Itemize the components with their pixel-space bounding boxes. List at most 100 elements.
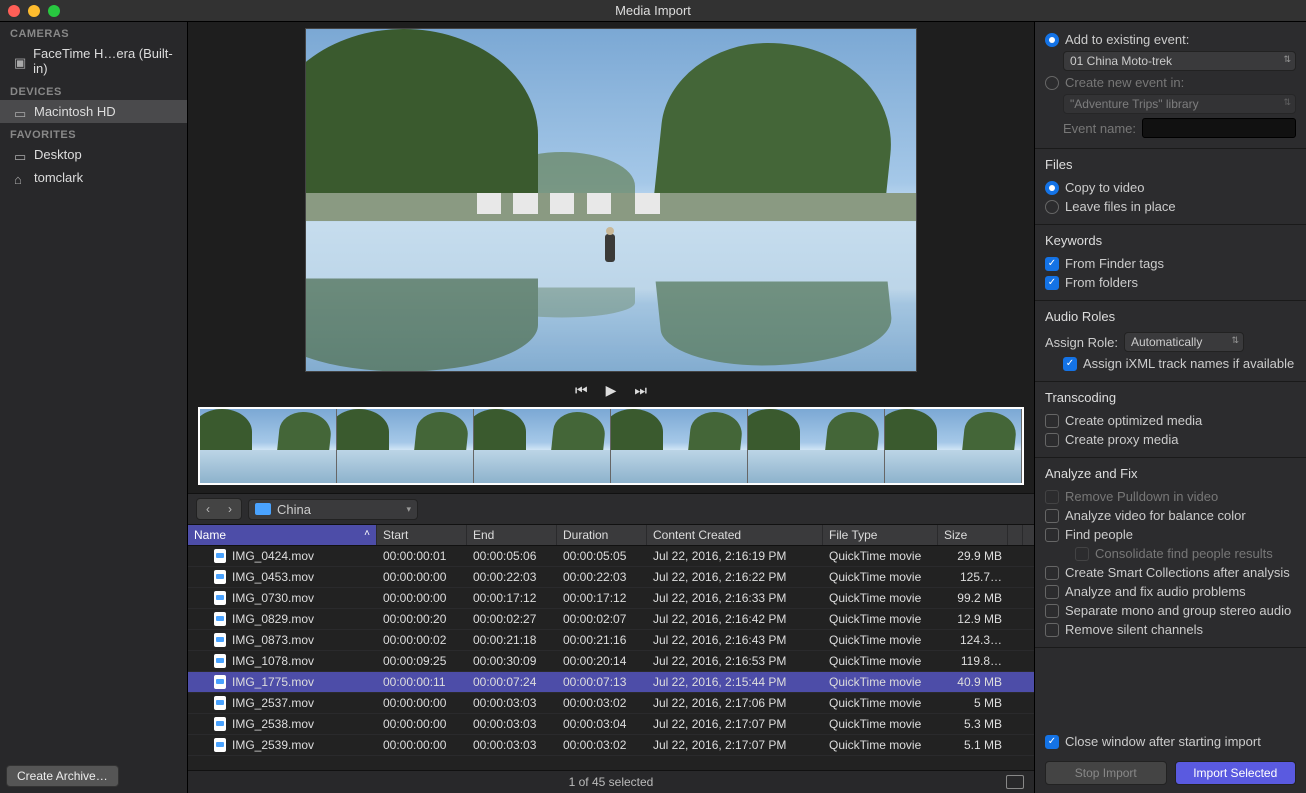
- keywords-section-title: Keywords: [1045, 233, 1296, 248]
- play-button[interactable]: ▶: [606, 382, 617, 399]
- file-name: IMG_0453.mov: [232, 570, 314, 584]
- table-row[interactable]: IMG_0730.mov00:00:00:0000:00:17:1200:00:…: [188, 588, 1034, 609]
- column-header[interactable]: Duration: [557, 525, 647, 545]
- transport-controls: ⏮ ▶ ⏭: [188, 376, 1034, 407]
- drive-icon: ▭: [14, 106, 28, 118]
- movie-file-icon: [214, 633, 226, 647]
- column-header[interactable]: Size: [938, 525, 1008, 545]
- sidebar-section-header: FAVORITES: [0, 123, 187, 143]
- desktop-icon: ▭: [14, 149, 28, 161]
- column-header[interactable]: End: [467, 525, 557, 545]
- library-select: "Adventure Trips" library: [1063, 94, 1296, 114]
- file-name: IMG_1775.mov: [232, 675, 314, 689]
- movie-file-icon: [214, 738, 226, 752]
- fix-audio-check[interactable]: [1045, 585, 1059, 599]
- person-in-water: [605, 234, 615, 262]
- movie-file-icon: [214, 591, 226, 605]
- column-header[interactable]: Content Created: [647, 525, 823, 545]
- table-row[interactable]: IMG_0453.mov00:00:00:0000:00:22:0300:00:…: [188, 567, 1034, 588]
- leave-in-place-radio[interactable]: [1045, 200, 1059, 214]
- consolidate-check: [1075, 547, 1089, 561]
- sidebar-item-label: Macintosh HD: [34, 104, 116, 119]
- sidebar-item[interactable]: ▣FaceTime H…era (Built-in): [0, 42, 187, 80]
- assign-role-label: Assign Role:: [1045, 335, 1118, 350]
- import-options-panel: Add to existing event: 01 China Moto-tre…: [1034, 22, 1306, 793]
- nav-back-button[interactable]: ‹: [197, 499, 219, 519]
- file-name: IMG_2537.mov: [232, 696, 314, 710]
- file-name: IMG_2539.mov: [232, 738, 314, 752]
- find-people-check[interactable]: [1045, 528, 1059, 542]
- close-button[interactable]: [8, 5, 20, 17]
- stop-import-button[interactable]: Stop Import: [1045, 761, 1167, 785]
- sidebar-item[interactable]: ▭ Macintosh HD: [0, 100, 187, 123]
- file-name: IMG_0424.mov: [232, 549, 314, 563]
- nav-forward-button[interactable]: ›: [219, 499, 241, 519]
- column-header[interactable]: Name: [188, 525, 377, 545]
- table-row[interactable]: IMG_1775.mov00:00:00:1100:00:07:2400:00:…: [188, 672, 1034, 693]
- sidebar-item-label: tomclark: [34, 170, 83, 185]
- movie-file-icon: [214, 570, 226, 584]
- column-header[interactable]: File Type: [823, 525, 938, 545]
- smart-collections-check[interactable]: [1045, 566, 1059, 580]
- table-row[interactable]: IMG_2539.mov00:00:00:0000:00:03:0300:00:…: [188, 735, 1034, 756]
- pulldown-check: [1045, 490, 1059, 504]
- file-table: NameStartEndDurationContent CreatedFile …: [188, 525, 1034, 770]
- view-mode-button[interactable]: [1006, 775, 1024, 789]
- sidebar-section-header: DEVICES: [0, 80, 187, 100]
- table-row[interactable]: IMG_1078.mov00:00:09:2500:00:30:0900:00:…: [188, 651, 1034, 672]
- table-row[interactable]: IMG_0424.mov00:00:00:0100:00:05:0600:00:…: [188, 546, 1034, 567]
- import-selected-button[interactable]: Import Selected: [1175, 761, 1297, 785]
- selection-status: 1 of 45 selected: [569, 775, 654, 789]
- optimized-check[interactable]: [1045, 414, 1059, 428]
- prev-button[interactable]: ⏮: [575, 382, 588, 399]
- add-existing-radio[interactable]: [1045, 33, 1059, 47]
- sidebar-item-label: FaceTime H…era (Built-in): [33, 46, 177, 76]
- copy-video-radio[interactable]: [1045, 181, 1059, 195]
- column-header[interactable]: Start: [377, 525, 467, 545]
- analyze-section-title: Analyze and Fix: [1045, 466, 1296, 481]
- table-row[interactable]: IMG_0829.mov00:00:00:2000:00:02:2700:00:…: [188, 609, 1034, 630]
- event-name-input[interactable]: [1142, 118, 1296, 138]
- main-panel: ⏮ ▶ ⏭ 2s ‹ › China: [188, 22, 1034, 793]
- create-archive-button[interactable]: Create Archive…: [6, 765, 119, 787]
- movie-file-icon: [214, 675, 226, 689]
- remove-silent-check[interactable]: [1045, 623, 1059, 637]
- statusbar: 1 of 45 selected: [188, 770, 1034, 793]
- proxy-check[interactable]: [1045, 433, 1059, 447]
- window-title: Media Import: [615, 3, 691, 18]
- movie-file-icon: [214, 654, 226, 668]
- table-row[interactable]: IMG_0873.mov00:00:00:0200:00:21:1800:00:…: [188, 630, 1034, 651]
- create-new-label: Create new event in:: [1065, 75, 1184, 90]
- maximize-button[interactable]: [48, 5, 60, 17]
- balance-check[interactable]: [1045, 509, 1059, 523]
- next-button[interactable]: ⏭: [634, 382, 647, 399]
- folder-selector[interactable]: China: [248, 499, 418, 520]
- sidebar-item[interactable]: ▭ Desktop: [0, 143, 187, 166]
- movie-file-icon: [214, 717, 226, 731]
- sidebar-section-header: CAMERAS: [0, 22, 187, 42]
- file-name: IMG_0873.mov: [232, 633, 314, 647]
- separate-mono-check[interactable]: [1045, 604, 1059, 618]
- movie-file-icon: [214, 549, 226, 563]
- existing-event-select[interactable]: 01 China Moto-trek: [1063, 51, 1296, 71]
- sidebar-item[interactable]: ⌂ tomclark: [0, 166, 187, 189]
- close-window-check[interactable]: [1045, 735, 1059, 749]
- table-row[interactable]: IMG_2537.mov00:00:00:0000:00:03:0300:00:…: [188, 693, 1034, 714]
- table-row[interactable]: IMG_2538.mov00:00:00:0000:00:03:0300:00:…: [188, 714, 1034, 735]
- file-name: IMG_2538.mov: [232, 717, 314, 731]
- files-section-title: Files: [1045, 157, 1296, 172]
- finder-tags-check[interactable]: [1045, 257, 1059, 271]
- ixml-check[interactable]: [1063, 357, 1077, 371]
- event-name-label: Event name:: [1063, 121, 1136, 136]
- file-name: IMG_1078.mov: [232, 654, 314, 668]
- add-existing-label: Add to existing event:: [1065, 32, 1189, 47]
- create-new-radio[interactable]: [1045, 76, 1059, 90]
- sidebar-item-label: Desktop: [34, 147, 82, 162]
- file-name: IMG_0730.mov: [232, 591, 314, 605]
- home-icon: ⌂: [14, 172, 28, 184]
- assign-role-select[interactable]: Automatically: [1124, 332, 1244, 352]
- filmstrip[interactable]: 2s: [198, 407, 1024, 485]
- minimize-button[interactable]: [28, 5, 40, 17]
- from-folders-check[interactable]: [1045, 276, 1059, 290]
- video-preview[interactable]: [305, 28, 917, 372]
